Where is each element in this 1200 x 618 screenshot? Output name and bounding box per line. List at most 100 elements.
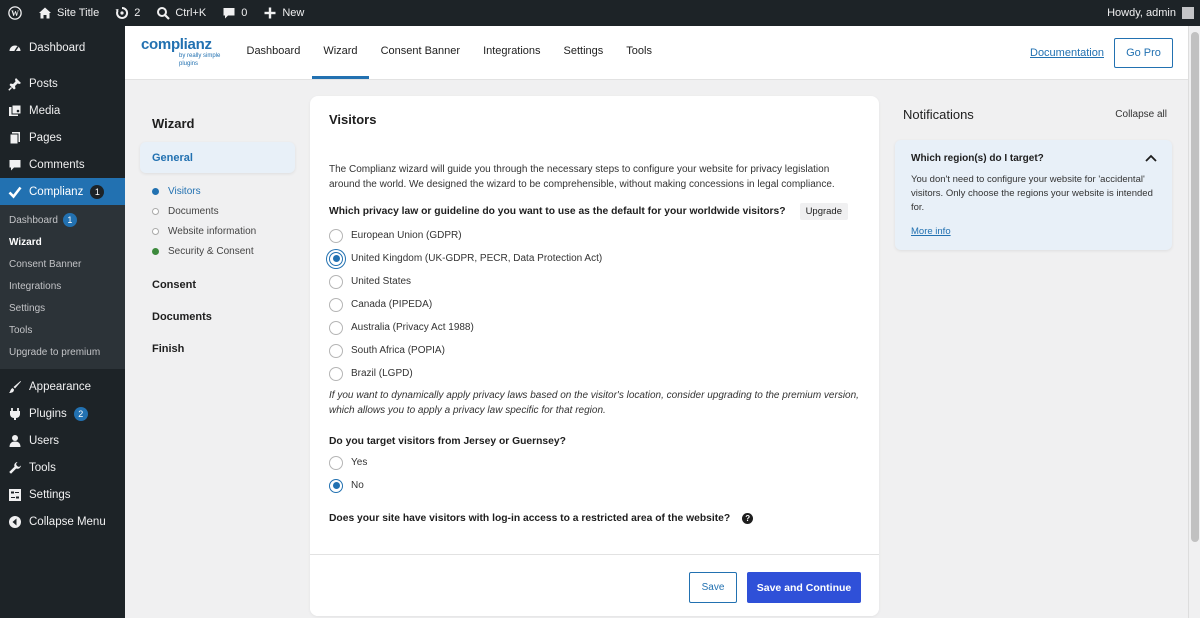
radio-button[interactable] [329, 320, 343, 335]
collapse-all-button[interactable]: Collapse all [1115, 109, 1167, 120]
radio-button[interactable] [329, 251, 343, 266]
radio-button[interactable] [329, 343, 343, 358]
sidebar-item-complianz[interactable]: Complianz 1 [0, 178, 125, 205]
radio-button[interactable] [329, 274, 343, 289]
submenu-item-label: Tools [9, 324, 33, 336]
new-label: New [282, 7, 305, 19]
question-default-law: Which privacy law or guideline do you wa… [329, 203, 861, 220]
sidebar-item-dashboard[interactable]: Dashboard [0, 34, 125, 61]
wizard-section-finish[interactable]: Finish [140, 333, 295, 365]
submenu-item-upgrade[interactable]: Upgrade to premium [0, 341, 125, 363]
radio-option-pipeda[interactable]: Canada (PIPEDA) [329, 293, 861, 316]
tab-tools[interactable]: Tools [615, 26, 664, 79]
radio-button[interactable] [329, 228, 343, 243]
sidebar-item-users[interactable]: Users [0, 427, 125, 454]
admin-bar: W Site Title 2 Ctrl+K 0 New Howdy, admin [0, 0, 1200, 26]
tab-wizard[interactable]: Wizard [311, 26, 370, 79]
wizard-step-website-information[interactable]: Website information [140, 221, 295, 241]
wizard-nav-title: Wizard [152, 115, 195, 131]
sidebar-item-appearance[interactable]: Appearance [0, 373, 125, 400]
radio-button[interactable] [329, 478, 343, 493]
settings-icon [7, 487, 22, 502]
submenu-item-wizard[interactable]: Wizard [0, 231, 125, 253]
radio-button[interactable] [329, 455, 343, 470]
sidebar-item-plugins[interactable]: Plugins 2 [0, 400, 125, 427]
updates-link[interactable]: 2 [107, 0, 148, 26]
scrollbar-thumb[interactable] [1191, 32, 1199, 542]
radio-option-gdpr[interactable]: European Union (GDPR) [329, 224, 861, 247]
comments-link[interactable]: 0 [214, 0, 255, 26]
question-label: Do you target visitors from Jersey or Gu… [329, 436, 566, 447]
radio-option-popia[interactable]: South Africa (POPIA) [329, 339, 861, 362]
radio-label: No [351, 480, 364, 491]
radio-label: Brazil (LGPD) [351, 368, 413, 379]
tab-consent-banner[interactable]: Consent Banner [369, 26, 472, 79]
new-content-link[interactable]: New [255, 0, 312, 26]
tab-settings[interactable]: Settings [552, 26, 615, 79]
notification-badge: 1 [62, 213, 77, 227]
svg-text:W: W [11, 9, 19, 18]
site-title-link[interactable]: Site Title [30, 0, 107, 26]
documentation-link[interactable]: Documentation [1030, 47, 1104, 59]
radio-label: South Africa (POPIA) [351, 345, 445, 356]
sidebar-item-label: Complianz [29, 185, 84, 198]
radio-label: Yes [351, 457, 368, 468]
notification-badge: 1 [90, 184, 105, 199]
tab-integrations[interactable]: Integrations [472, 26, 552, 79]
radio-button[interactable] [329, 366, 343, 381]
submenu-item-dashboard[interactable]: Dashboard 1 [0, 209, 125, 231]
search-icon [156, 6, 171, 20]
page-scrollbar[interactable] [1188, 26, 1200, 618]
command-palette-button[interactable]: Ctrl+K [148, 0, 214, 26]
wizard-step-visitors[interactable]: Visitors [140, 181, 295, 201]
plus-icon [263, 6, 277, 20]
wizard-step-security-consent[interactable]: Security & Consent [140, 241, 295, 261]
wrench-icon [7, 460, 22, 475]
wizard-section-consent[interactable]: Consent [140, 269, 295, 301]
sidebar-item-comments[interactable]: Comments [0, 151, 125, 178]
go-pro-button[interactable]: Go Pro [1114, 37, 1173, 68]
wizard-section-documents[interactable]: Documents [140, 301, 295, 333]
step-complete-dot [152, 247, 159, 255]
collapse-icon [7, 514, 22, 529]
collapse-menu-button[interactable]: Collapse Menu [0, 508, 125, 535]
radio-option-yes[interactable]: Yes [329, 451, 861, 474]
wp-logo-button[interactable]: W [0, 0, 30, 26]
help-icon[interactable]: ? [742, 513, 754, 524]
submenu-item-integrations[interactable]: Integrations [0, 275, 125, 297]
my-account-link[interactable]: Howdy, admin [1107, 7, 1200, 19]
sidebar-item-pages[interactable]: Pages [0, 124, 125, 151]
save-and-continue-button[interactable]: Save and Continue [747, 572, 861, 603]
submenu-item-consent-banner[interactable]: Consent Banner [0, 253, 125, 275]
wizard-section-general[interactable]: General [140, 142, 295, 173]
more-info-link[interactable]: More info [911, 226, 951, 237]
sidebar-item-posts[interactable]: Posts [0, 70, 125, 97]
question-jersey-guernsey: Do you target visitors from Jersey or Gu… [329, 436, 861, 447]
tab-dashboard[interactable]: Dashboard [235, 26, 312, 79]
notification-title: Which region(s) do I target? [911, 153, 1044, 164]
user-icon [7, 433, 22, 448]
sidebar-item-tools[interactable]: Tools [0, 454, 125, 481]
question-label: Does your site have visitors with log-in… [329, 513, 731, 524]
radio-option-no[interactable]: No [329, 474, 861, 497]
updates-icon [115, 6, 129, 20]
submenu-item-label: Upgrade to premium [9, 346, 101, 358]
upgrade-badge[interactable]: Upgrade [799, 203, 849, 220]
radio-option-lgpd[interactable]: Brazil (LGPD) [329, 362, 861, 385]
wizard-footer: Save Save and Continue [310, 554, 879, 616]
sidebar-item-settings[interactable]: Settings [0, 481, 125, 508]
radio-option-uk-gdpr[interactable]: United Kingdom (UK-GDPR, PECR, Data Prot… [329, 247, 861, 270]
sidebar-item-media[interactable]: Media [0, 97, 125, 124]
radio-button[interactable] [329, 297, 343, 312]
pin-icon [7, 76, 22, 91]
submenu-item-settings[interactable]: Settings [0, 297, 125, 319]
save-button[interactable]: Save [689, 572, 737, 603]
radio-option-australia[interactable]: Australia (Privacy Act 1988) [329, 316, 861, 339]
radio-option-us[interactable]: United States [329, 270, 861, 293]
complianz-logo[interactable]: complianz by really simple plugins [125, 26, 235, 79]
submenu-item-label: Integrations [9, 280, 62, 292]
chevron-up-icon[interactable] [1145, 151, 1157, 165]
submenu-item-tools[interactable]: Tools [0, 319, 125, 341]
wizard-step-documents[interactable]: Documents [140, 201, 295, 221]
media-icon [7, 103, 22, 118]
